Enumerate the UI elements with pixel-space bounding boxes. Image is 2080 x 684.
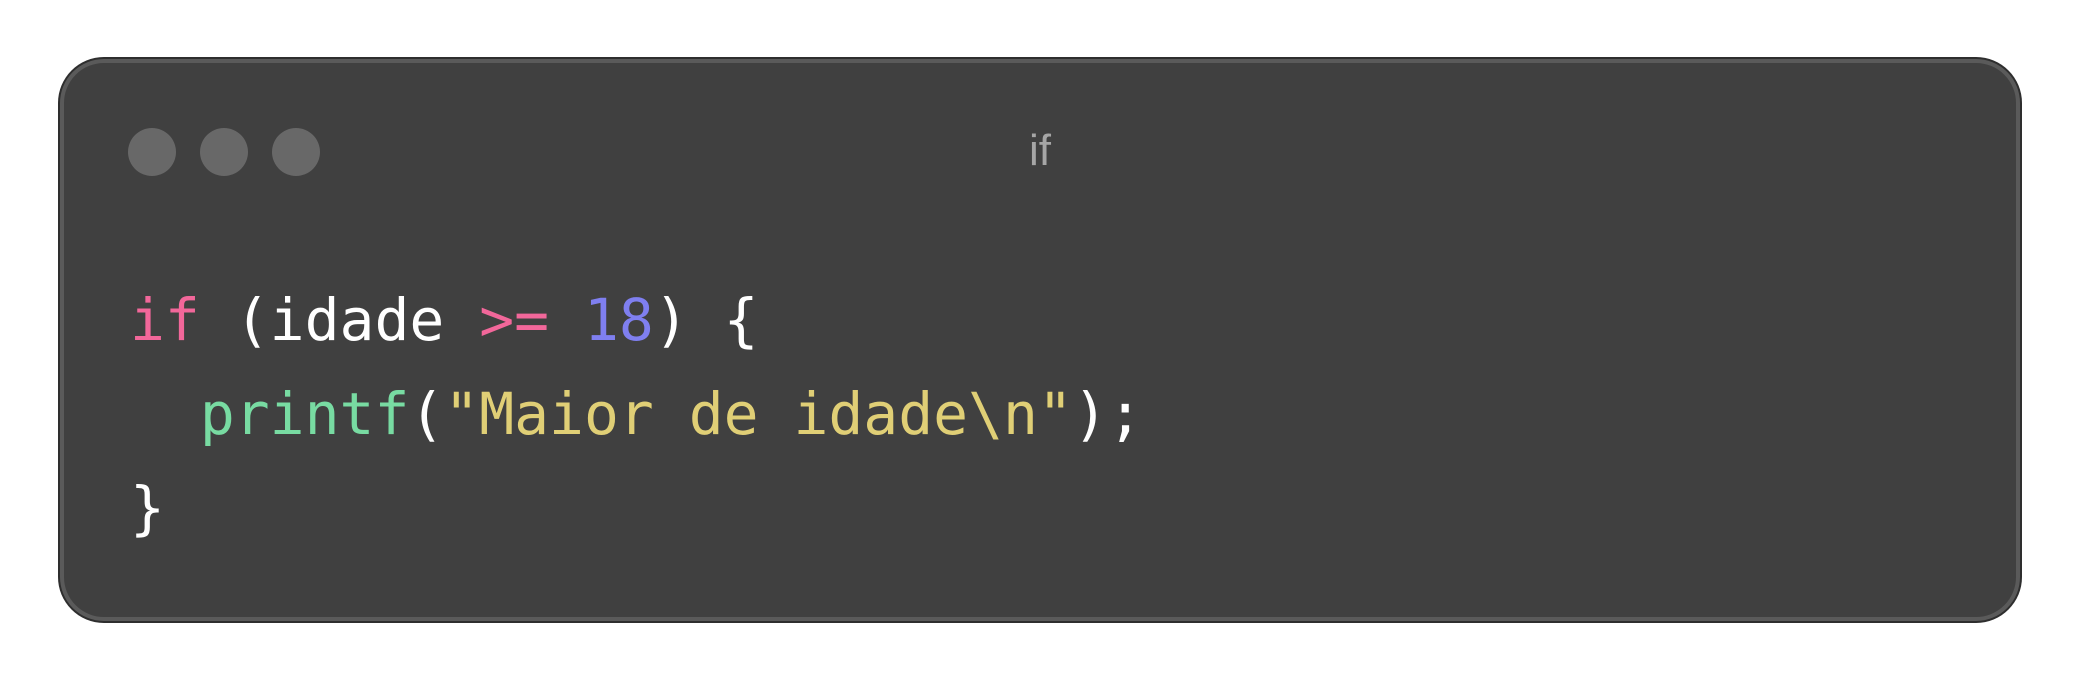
number-token: 18 — [583, 286, 654, 354]
code-window: if if (idade >= 18) { printf("Maior de i… — [60, 59, 2020, 621]
code-line-3: } — [130, 461, 1143, 555]
title-bar: if — [64, 63, 2016, 223]
text-token: (idade — [199, 286, 480, 354]
operator-token: >= — [479, 286, 550, 354]
string-token: "Maior de idade\n" — [444, 380, 1073, 448]
text-token: ); — [1072, 380, 1143, 448]
indent-token — [130, 380, 200, 448]
code-line-1: if (idade >= 18) { — [130, 273, 1143, 367]
text-token: ( — [409, 380, 445, 448]
code-block: if (idade >= 18) { printf("Maior de idad… — [130, 273, 1143, 555]
keyword-token: if — [130, 286, 200, 354]
text-token: } — [130, 474, 165, 542]
code-line-2: printf("Maior de idade\n"); — [130, 367, 1143, 461]
window-title: if — [1029, 126, 1051, 175]
text-token: ) { — [653, 286, 759, 354]
function-token: printf — [199, 380, 410, 448]
